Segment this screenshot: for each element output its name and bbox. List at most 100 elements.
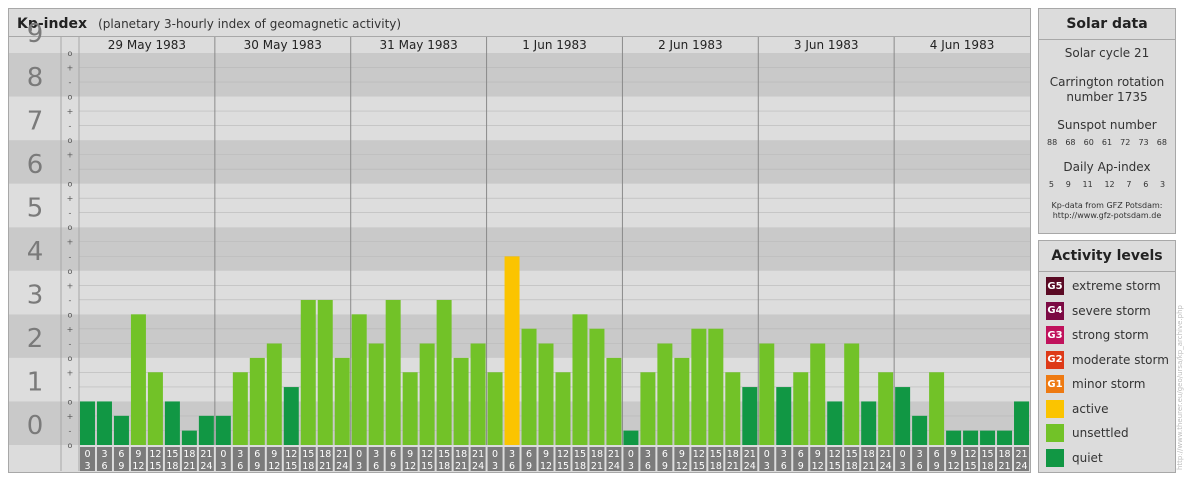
y-subtick-label: + bbox=[67, 412, 74, 421]
source-link[interactable]: http://www.gfz-potsdam.de bbox=[1039, 211, 1175, 221]
day-label: 30 May 1983 bbox=[244, 38, 322, 52]
interval-end-label: 15 bbox=[829, 461, 841, 472]
interval-end-label: 24 bbox=[608, 461, 620, 472]
kp-bar bbox=[164, 401, 180, 445]
y-subtick-label: - bbox=[69, 296, 72, 305]
ap-value: 5 bbox=[1048, 180, 1054, 189]
interval-end-label: 18 bbox=[846, 461, 858, 472]
interval-end-label: 24 bbox=[200, 461, 212, 472]
kp-bar bbox=[215, 415, 231, 445]
kp-chart: 0123456789o-+o-+o-+o-+o-+o-+o-+o-+o-+o29… bbox=[9, 19, 1030, 472]
interval-start-label: 9 bbox=[679, 449, 685, 460]
activity-levels-title: Activity levels bbox=[1039, 241, 1175, 272]
day-label: 1 Jun 1983 bbox=[522, 38, 587, 52]
ap-value: 12 bbox=[1104, 180, 1115, 189]
interval-end-label: 21 bbox=[998, 461, 1010, 472]
interval-start-label: 3 bbox=[509, 449, 515, 460]
kp-bar bbox=[266, 343, 282, 445]
y-subtick-label: - bbox=[69, 383, 72, 392]
interval-start-label: 0 bbox=[492, 449, 498, 460]
interval-start-label: 15 bbox=[710, 449, 722, 460]
interval-end-label: 6 bbox=[645, 461, 651, 472]
sunspot-value: 61 bbox=[1101, 138, 1113, 147]
kp-bar bbox=[538, 343, 554, 445]
kp-bar bbox=[997, 430, 1013, 445]
ap-label: Daily Ap-index bbox=[1063, 160, 1151, 174]
y-subtick-label: - bbox=[69, 209, 72, 218]
interval-start-label: 3 bbox=[645, 449, 651, 460]
interval-start-label: 15 bbox=[981, 449, 993, 460]
interval-start-label: 9 bbox=[815, 449, 821, 460]
y-subtick-label: o bbox=[68, 397, 73, 406]
interval-start-label: 6 bbox=[254, 449, 260, 460]
interval-end-label: 15 bbox=[421, 461, 433, 472]
interval-start-label: 15 bbox=[302, 449, 314, 460]
kp-bar bbox=[691, 328, 707, 445]
sunspot-value: 72 bbox=[1120, 138, 1131, 147]
carrington-line-2: number 1735 bbox=[1066, 90, 1148, 104]
interval-start-label: 18 bbox=[183, 449, 195, 460]
interval-end-label: 18 bbox=[981, 461, 993, 472]
legend-label: quiet bbox=[1072, 450, 1103, 465]
kp-bar bbox=[232, 372, 248, 445]
y-tick-label: 9 bbox=[27, 19, 44, 49]
y-subtick-label: o bbox=[68, 223, 73, 232]
interval-start-label: 6 bbox=[798, 449, 804, 460]
kp-bar bbox=[640, 372, 656, 445]
interval-start-label: 18 bbox=[455, 449, 467, 460]
interval-start-label: 3 bbox=[917, 449, 923, 460]
legend-item: G2 moderate storm bbox=[1039, 348, 1175, 373]
interval-start-label: 18 bbox=[591, 449, 603, 460]
interval-start-label: 21 bbox=[880, 449, 892, 460]
ap-values: 5 9 11 12 7 6 3 bbox=[1039, 180, 1175, 189]
y-tick-label: 6 bbox=[27, 150, 44, 180]
interval-end-label: 3 bbox=[628, 461, 634, 472]
interval-start-label: 0 bbox=[84, 449, 90, 460]
interval-end-label: 3 bbox=[84, 461, 90, 472]
band bbox=[9, 183, 1030, 228]
kp-bar bbox=[776, 387, 792, 445]
interval-end-label: 15 bbox=[557, 461, 569, 472]
ap-value: 3 bbox=[1160, 180, 1166, 189]
interval-end-label: 9 bbox=[118, 461, 124, 472]
y-subtick-label: + bbox=[67, 151, 74, 160]
kp-bar bbox=[249, 357, 265, 445]
interval-end-label: 12 bbox=[948, 461, 960, 472]
interval-end-label: 21 bbox=[863, 461, 875, 472]
kp-bar bbox=[572, 314, 588, 445]
legend-item: G4 severe storm bbox=[1039, 299, 1175, 324]
interval-end-label: 12 bbox=[404, 461, 416, 472]
interval-start-label: 3 bbox=[373, 449, 379, 460]
legend-swatch: G3 bbox=[1046, 326, 1064, 345]
kp-bar bbox=[334, 357, 350, 445]
kp-bar bbox=[521, 328, 537, 445]
interval-end-label: 9 bbox=[390, 461, 396, 472]
y-subtick-label: + bbox=[67, 368, 74, 377]
y-tick-label: 2 bbox=[27, 324, 44, 354]
y-tick-label: 8 bbox=[27, 63, 44, 93]
interval-end-label: 18 bbox=[302, 461, 314, 472]
day-label: 4 Jun 1983 bbox=[930, 38, 995, 52]
interval-start-label: 18 bbox=[863, 449, 875, 460]
y-subtick-label: o bbox=[68, 49, 73, 58]
interval-end-label: 6 bbox=[373, 461, 379, 472]
carrington-line-1: Carrington rotation bbox=[1049, 75, 1165, 89]
y-subtick-label: - bbox=[69, 165, 72, 174]
legend-label: active bbox=[1072, 401, 1109, 416]
interval-start-label: 0 bbox=[900, 449, 906, 460]
y-subtick-label: o bbox=[68, 354, 73, 363]
legend-swatch: G4 bbox=[1046, 301, 1064, 320]
legend-list: G5 extreme storm G4 severe storm G3 strong st… bbox=[1039, 272, 1175, 470]
day-label: 2 Jun 1983 bbox=[658, 38, 723, 52]
kp-bar bbox=[436, 299, 452, 445]
interval-end-label: 12 bbox=[812, 461, 824, 472]
kp-bar bbox=[555, 372, 571, 445]
ap-value: 11 bbox=[1082, 180, 1093, 189]
interval-start-label: 6 bbox=[390, 449, 396, 460]
legend-item: G5 extreme storm bbox=[1039, 274, 1175, 299]
y-tick-label: 5 bbox=[27, 193, 44, 223]
interval-start-label: 12 bbox=[285, 449, 297, 460]
kp-bar bbox=[946, 430, 962, 445]
interval-end-label: 18 bbox=[438, 461, 450, 472]
interval-start-label: 12 bbox=[693, 449, 705, 460]
